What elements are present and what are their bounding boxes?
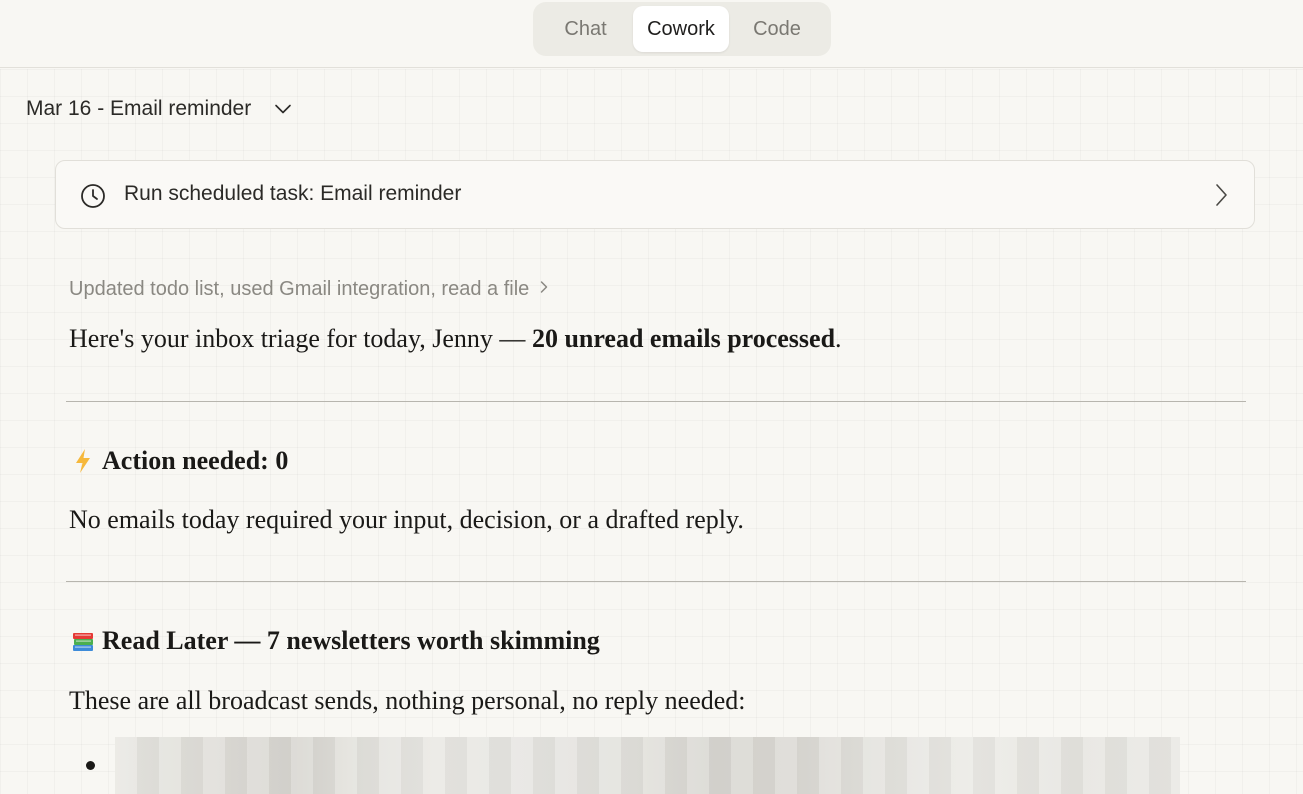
conversation-title: Mar 16 - Email reminder: [26, 97, 252, 120]
chevron-down-icon: [273, 99, 293, 119]
intro-paragraph: Here's your inbox triage for today, Jenn…: [69, 324, 842, 354]
tab-code[interactable]: Code: [729, 6, 825, 52]
tab-chat[interactable]: Chat: [538, 6, 633, 52]
books-icon: [70, 627, 96, 655]
intro-bold: 20 unread emails processed: [531, 324, 836, 353]
scheduled-task-card[interactable]: Run scheduled task: Email reminder: [55, 160, 1255, 229]
section-body: No emails today required your input, dec…: [69, 505, 744, 534]
mode-switcher: Chat Cowork Code: [533, 2, 831, 56]
activity-summary-toggle[interactable]: Updated todo list, used Gmail integratio…: [69, 274, 549, 304]
top-bar: Chat Cowork Code: [0, 0, 1303, 68]
chevron-right-icon: [1210, 181, 1232, 209]
section-body: These are all broadcast sends, nothing p…: [69, 686, 746, 715]
tab-cowork[interactable]: Cowork: [633, 6, 729, 52]
scheduled-task-label: Run scheduled task: Email reminder: [124, 182, 462, 205]
section-heading-text: Read Later — 7 newsletters worth skimmin…: [102, 626, 600, 655]
clock-icon: [80, 183, 106, 209]
section-heading-text: Action needed: 0: [102, 446, 289, 475]
redacted-list-item: [115, 737, 1180, 794]
intro-end: .: [835, 324, 842, 353]
chevron-right-small-icon: [539, 278, 549, 301]
intro-text: Here's your inbox triage for today, Jenn…: [69, 324, 532, 353]
conversation-title-dropdown[interactable]: Mar 16 - Email reminder: [26, 90, 293, 128]
section-heading-read-later: Read Later — 7 newsletters worth skimmin…: [70, 626, 600, 656]
section-heading-action-needed: Action needed: 0: [70, 446, 288, 476]
list-bullet: [86, 761, 95, 770]
divider: [66, 581, 1246, 582]
activity-summary-text: Updated todo list, used Gmail integratio…: [69, 277, 530, 300]
divider: [66, 401, 1246, 402]
lightning-icon: [70, 447, 96, 475]
